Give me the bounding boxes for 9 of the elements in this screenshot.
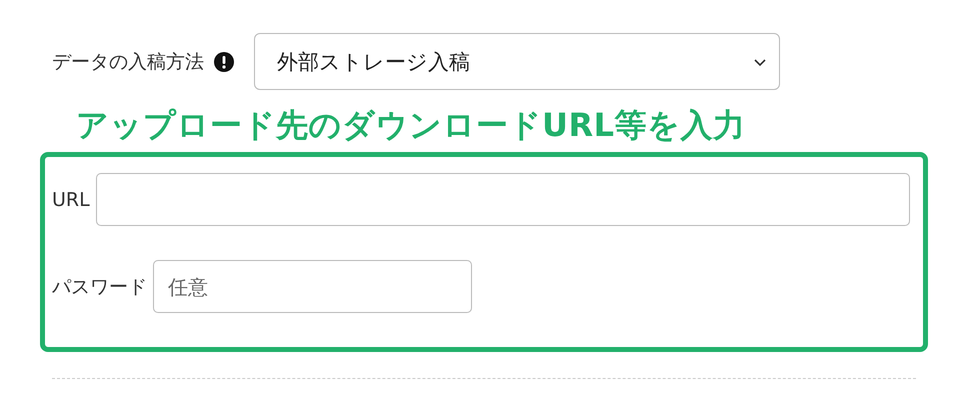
field-label: データの入稿方法 [52, 50, 204, 74]
field-label: URL [52, 188, 90, 210]
exclamation-icon [214, 52, 234, 72]
method-select[interactable]: 外部ストレージ入稿 [254, 33, 780, 90]
input-field[interactable] [96, 173, 910, 226]
chevron-down-icon [753, 56, 767, 66]
field-label: パスワード [52, 274, 147, 300]
input-field[interactable]: 任意 [153, 260, 472, 313]
annotation-text: アップロード先のダウンロードURL等を入力 [76, 105, 747, 146]
